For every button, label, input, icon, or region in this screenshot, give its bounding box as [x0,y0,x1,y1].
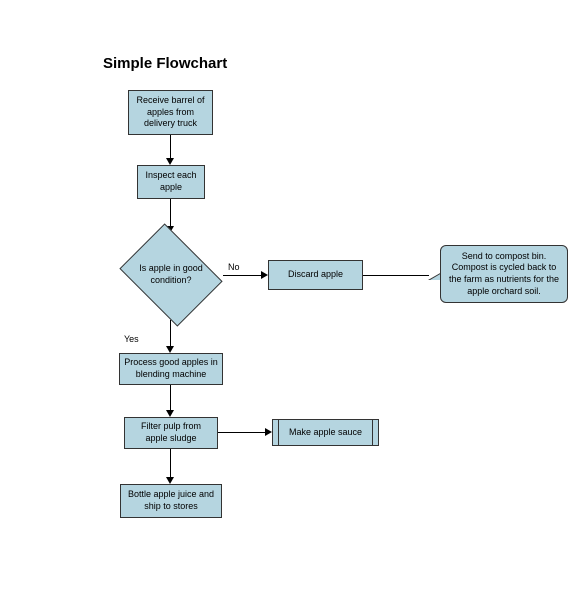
connector [218,432,267,433]
connector [170,385,171,412]
node-inspect: Inspect each apple [137,165,205,199]
arrowhead-down-icon [166,158,174,165]
page-title: Simple Flowchart [103,55,227,72]
arrowhead-right-icon [265,428,272,436]
edge-label-no: No [228,262,240,272]
connector [223,275,263,276]
node-discard: Discard apple [268,260,363,290]
node-compost: Send to compost bin. Compost is cycled b… [440,245,568,303]
arrowhead-down-icon [166,346,174,353]
node-filter: Filter pulp from apple sludge [124,417,218,449]
node-receive: Receive barrel of apples from delivery t… [128,90,213,135]
node-sauce: Make apple sauce [272,419,379,446]
node-sauce-label: Make apple sauce [289,427,362,439]
arrowhead-down-icon [166,477,174,484]
arrowhead-down-icon [166,410,174,417]
connector [170,199,171,228]
node-bottle: Bottle apple juice and ship to stores [120,484,222,518]
connector [170,135,171,160]
connector [170,449,171,479]
connector [170,320,171,348]
arrowhead-right-icon [261,271,268,279]
connector [363,275,429,276]
node-decision-label: Is apple in good condition? [131,263,211,286]
node-process: Process good apples in blending machine [119,353,223,385]
edge-label-yes: Yes [124,334,139,344]
